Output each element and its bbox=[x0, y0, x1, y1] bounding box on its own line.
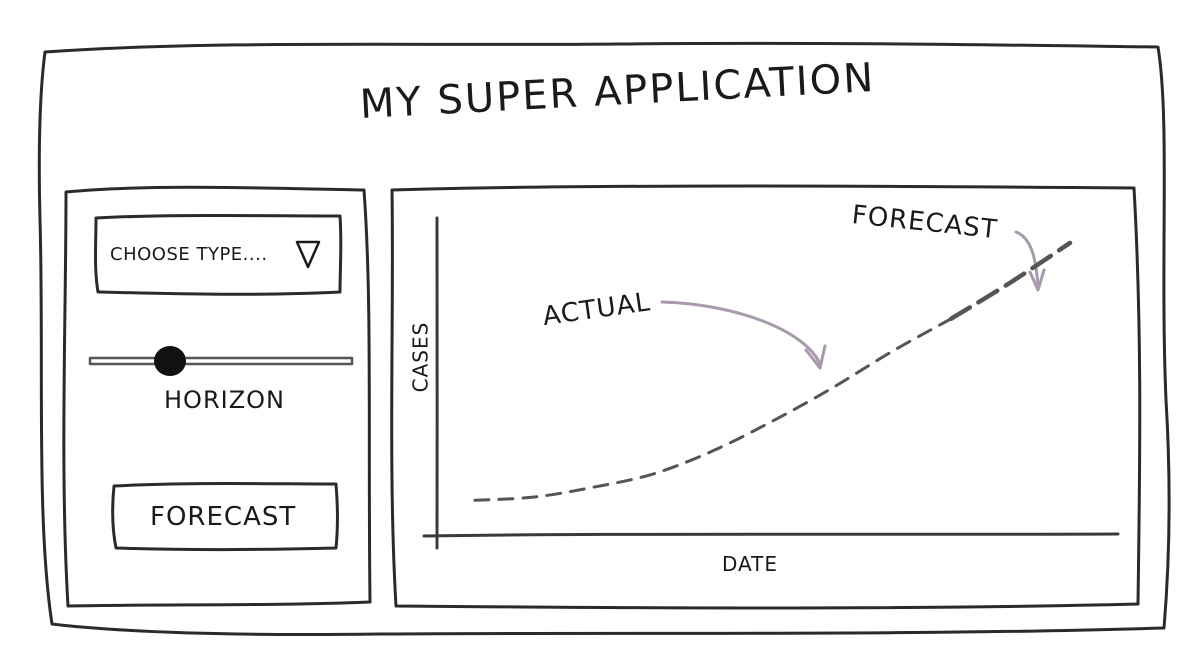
chart-series bbox=[473, 240, 1073, 502]
forecast-button-label: FORECAST bbox=[150, 502, 297, 532]
horizon-label: HORIZON bbox=[164, 386, 285, 414]
forecast-arrow bbox=[1014, 230, 1040, 288]
y-axis bbox=[435, 216, 439, 550]
forecast-annotation: FORECAST bbox=[850, 200, 1000, 246]
forecast-button[interactable]: FORECAST bbox=[112, 484, 338, 550]
x-axis bbox=[422, 532, 1120, 538]
series-line-actual bbox=[473, 317, 953, 502]
y-axis-label: CASES bbox=[408, 321, 433, 393]
actual-annotation: ACTUAL bbox=[540, 287, 653, 332]
horizon-slider-knob[interactable] bbox=[154, 346, 186, 376]
chart-axes bbox=[422, 216, 1120, 550]
horizon-slider[interactable] bbox=[88, 338, 354, 382]
forecast-arrowhead bbox=[1028, 268, 1046, 292]
x-axis-label: DATE bbox=[722, 552, 779, 576]
type-dropdown[interactable]: CHOOSE TYPE.... bbox=[94, 216, 340, 294]
app-title: MY SUPER APPLICATION bbox=[358, 55, 877, 128]
triangle-down-icon[interactable] bbox=[294, 238, 322, 270]
chart-panel-frame bbox=[390, 184, 1142, 610]
series-line-forecast bbox=[948, 240, 1073, 322]
actual-arrow bbox=[660, 300, 822, 366]
actual-arrowhead bbox=[804, 344, 827, 370]
annotation-arrows bbox=[660, 230, 1046, 370]
horizon-slider-track[interactable] bbox=[88, 338, 354, 382]
type-dropdown-value: CHOOSE TYPE.... bbox=[110, 244, 268, 265]
